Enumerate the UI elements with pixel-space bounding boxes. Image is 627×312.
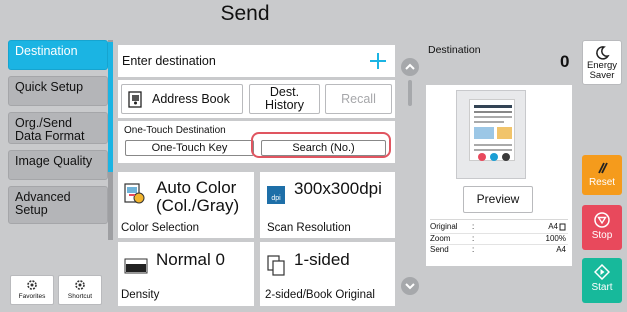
dest-history-button[interactable]: Dest. History: [249, 84, 320, 114]
info-label: Send: [430, 245, 449, 254]
info-value: 100%: [545, 234, 566, 243]
preview-page: [469, 99, 515, 161]
info-value: A4: [556, 245, 566, 254]
gear-icon: [27, 280, 37, 290]
start-label: Start: [591, 282, 613, 293]
shortcut-button[interactable]: Shortcut: [58, 275, 102, 305]
scan-resolution-label: Scan Resolution: [267, 222, 351, 234]
address-book-icon: [128, 90, 142, 108]
sidebar-item-destination[interactable]: Destination: [8, 40, 108, 70]
reset-label: Reset: [588, 177, 616, 188]
destination-count: 0: [560, 52, 570, 71]
info-sep: :: [472, 234, 475, 243]
divider: [430, 219, 568, 220]
address-book-button[interactable]: Address Book: [121, 84, 243, 114]
reset-button[interactable]: Reset: [582, 155, 622, 195]
sidebar-scrollbar-thumb[interactable]: [108, 42, 113, 172]
scroll-up-button[interactable]: [401, 58, 419, 76]
density-label: Density: [121, 289, 160, 301]
destination-input[interactable]: Enter destination: [118, 45, 395, 77]
preview-thumbnail: [456, 90, 526, 179]
moon-icon: [596, 46, 610, 60]
info-label: Original: [430, 222, 458, 231]
gear-icon: [75, 280, 85, 290]
stop-button[interactable]: Stop: [582, 205, 622, 250]
one-touch-key-button[interactable]: One-Touch Key: [125, 140, 254, 156]
info-sep: :: [472, 222, 475, 231]
chevron-up-icon: [405, 63, 415, 70]
scan-resolution-value: 300x300dpi: [294, 179, 382, 198]
scroll-down-button[interactable]: [401, 277, 419, 295]
density-tile[interactable]: Normal 0 Density: [118, 242, 254, 306]
one-touch-title: One-Touch Destination: [124, 125, 226, 136]
color-selection-label: Color Selection: [121, 222, 199, 234]
chevron-down-icon: [405, 283, 415, 290]
sidebar-item-advanced-setup[interactable]: Advanced Setup: [8, 186, 108, 224]
destination-header: Destination: [428, 44, 481, 56]
info-row-original: Original : A4: [430, 222, 568, 232]
orientation-icon: [559, 223, 566, 231]
info-sep: :: [472, 245, 475, 254]
info-row-send: Send : A4: [430, 244, 568, 254]
reset-icon: [598, 162, 608, 174]
start-icon: [594, 264, 610, 280]
info-row-zoom: Zoom : 100%: [430, 233, 568, 243]
energy-saver-label: Energy Saver: [586, 60, 618, 81]
stop-label: Stop: [591, 230, 613, 241]
sided-icon: [267, 255, 285, 276]
svg-text:dpi: dpi: [271, 195, 281, 202]
address-book-label: Address Book: [152, 91, 230, 106]
sidebar-item-image-quality[interactable]: Image Quality: [8, 150, 108, 180]
density-value: Normal 0: [156, 250, 225, 269]
page-title: Send: [220, 2, 270, 25]
color-selection-icon: [124, 183, 145, 204]
density-icon: [124, 258, 148, 274]
two-sided-tile[interactable]: 1-sided 2-sided/Book Original: [260, 242, 395, 306]
info-label: Zoom: [430, 234, 451, 243]
preview-button[interactable]: Preview: [463, 186, 533, 213]
color-selection-tile[interactable]: Auto Color (Col./Gray) Color Selection: [118, 172, 254, 238]
preview-panel: Preview Original : A4 Zoom : 100% Send :…: [426, 85, 572, 266]
energy-saver-button[interactable]: Energy Saver: [582, 40, 622, 85]
favorites-button[interactable]: Favorites: [10, 275, 54, 305]
sidebar-item-quick-setup[interactable]: Quick Setup: [8, 76, 108, 106]
plus-icon[interactable]: [369, 52, 387, 70]
start-button[interactable]: Start: [582, 258, 622, 303]
sided-label: 2-sided/Book Original: [265, 289, 375, 301]
stop-icon: [594, 212, 610, 228]
recall-button[interactable]: Recall: [325, 84, 392, 114]
sidebar-item-org-send-data-format[interactable]: Org./Send Data Format: [8, 112, 108, 144]
shortcut-label: Shortcut: [67, 293, 93, 300]
resolution-icon: dpi: [267, 186, 285, 204]
sided-value: 1-sided: [294, 250, 350, 269]
favorites-label: Favorites: [18, 293, 46, 300]
search-no-button[interactable]: Search (No.): [261, 140, 386, 156]
list-scrollbar[interactable]: [408, 80, 412, 106]
preview-info: Original : A4 Zoom : 100% Send : A4: [430, 222, 568, 254]
info-value: A4: [548, 222, 558, 231]
color-selection-value: Auto Color (Col./Gray): [156, 178, 240, 215]
destination-input-placeholder: Enter destination: [122, 54, 216, 68]
scan-resolution-tile[interactable]: dpi 300x300dpi Scan Resolution: [260, 172, 395, 238]
